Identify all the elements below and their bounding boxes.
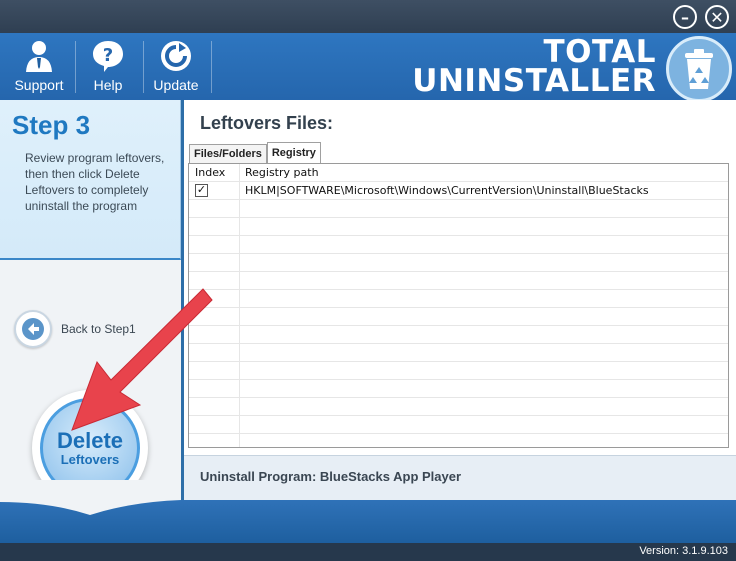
table-row-empty xyxy=(189,326,728,344)
registry-path-cell: HKLM|SOFTWARE\Microsoft\Windows\CurrentV… xyxy=(245,184,649,197)
right-panel: Leftovers Files: Files/Folders Registry … xyxy=(184,100,736,500)
help-label: Help xyxy=(93,77,123,93)
left-panel: Step 3 Review program leftovers, then th… xyxy=(0,100,181,506)
step-title: Step 3 xyxy=(12,110,91,140)
table-row-empty xyxy=(189,398,728,416)
back-arrow-icon xyxy=(14,310,52,348)
table-header: Index Registry path xyxy=(189,164,728,182)
table-row-empty xyxy=(189,254,728,272)
table-row-empty xyxy=(189,380,728,398)
registry-table: Index Registry path ✓ HKLM|SOFTWARE\Micr… xyxy=(188,163,729,448)
tab-registry[interactable]: Registry xyxy=(266,142,321,163)
program-info-text: Uninstall Program: BlueStacks App Player xyxy=(200,469,462,484)
table-row-empty xyxy=(189,344,728,362)
row-checkbox[interactable]: ✓ xyxy=(195,184,208,197)
tab-files-folders[interactable]: Files/Folders xyxy=(189,144,267,163)
update-button[interactable]: Update xyxy=(142,33,210,100)
leftovers-tabs: Files/Folders Registry xyxy=(189,142,321,163)
update-refresh-icon xyxy=(159,39,193,73)
back-to-step1-button[interactable]: Back to Step1 xyxy=(14,310,136,348)
brand-title: TOTAL UNINSTALLER xyxy=(412,37,656,99)
recycle-bin-icon xyxy=(666,36,732,102)
table-row-empty xyxy=(189,308,728,326)
svg-text:?: ? xyxy=(103,45,113,66)
program-info-bar: Uninstall Program: BlueStacks App Player xyxy=(184,455,736,500)
close-icon[interactable]: ✕ xyxy=(705,5,729,29)
left-panel-wave xyxy=(0,480,181,515)
toolbar: Support ? Help Update TOTAL UNINSTALLER xyxy=(0,33,736,102)
delete-label-line1: Delete xyxy=(56,427,124,453)
column-header-index: Index xyxy=(195,166,226,179)
help-button[interactable]: ? Help xyxy=(74,33,142,100)
title-bar: – ✕ xyxy=(0,0,736,33)
table-row-empty xyxy=(189,272,728,290)
toolbar-divider xyxy=(211,41,212,93)
back-label: Back to Step1 xyxy=(61,322,136,336)
delete-label-line2: Leftovers xyxy=(60,451,120,467)
support-person-icon xyxy=(22,39,56,73)
update-label: Update xyxy=(153,77,199,93)
step-box: Step 3 Review program leftovers, then th… xyxy=(0,100,181,260)
status-bar: Version: 3.1.9.103 xyxy=(0,543,736,561)
table-row-empty xyxy=(189,362,728,380)
table-row-empty xyxy=(189,200,728,218)
help-question-icon: ? xyxy=(91,39,125,73)
table-row-empty xyxy=(189,290,728,308)
minimize-icon[interactable]: – xyxy=(673,5,697,29)
table-row-empty xyxy=(189,236,728,254)
support-label: Support xyxy=(14,77,64,93)
step-description: Review program leftovers, then then clic… xyxy=(25,151,165,213)
table-row-empty xyxy=(189,416,728,434)
table-row[interactable]: ✓ HKLM|SOFTWARE\Microsoft\Windows\Curren… xyxy=(189,182,728,200)
column-header-registry-path: Registry path xyxy=(245,166,319,179)
brand-line2: UNINSTALLER xyxy=(412,63,656,99)
version-text: Version: 3.1.9.103 xyxy=(639,545,728,557)
table-row-empty xyxy=(189,218,728,236)
leftovers-title: Leftovers Files: xyxy=(200,113,334,133)
support-button[interactable]: Support xyxy=(5,33,73,100)
